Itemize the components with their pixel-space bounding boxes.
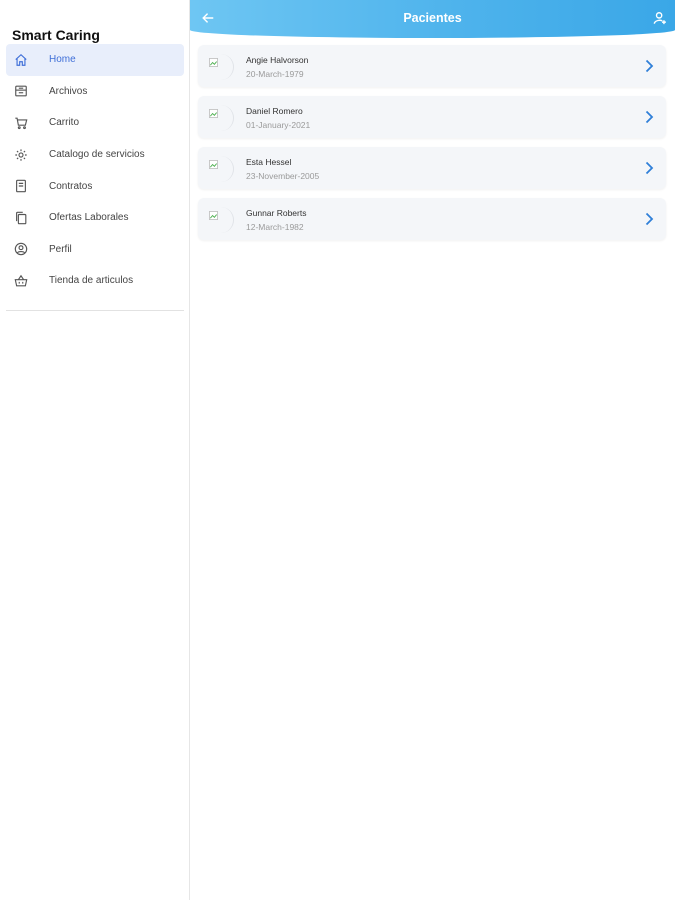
user-circle-icon [14, 242, 28, 256]
document-icon [14, 179, 28, 193]
patient-card[interactable]: Angie Halvorson 20-March-1979 [198, 45, 666, 87]
patient-birthdate: 12-March-1982 [246, 222, 304, 232]
sidebar-menu: Home Archivos Carrito Catalogo de servic… [6, 44, 184, 297]
header-bar: Pacientes [190, 0, 675, 38]
chevron-right-icon[interactable] [644, 212, 654, 226]
add-user-icon [653, 12, 666, 25]
sidebar-item-perfil[interactable]: Perfil [6, 234, 184, 266]
sidebar-item-label: Archivos [49, 85, 88, 97]
sidebar-item-ofertas-laborales[interactable]: Ofertas Laborales [6, 202, 184, 234]
patient-card[interactable]: Esta Hessel 23-November-2005 [198, 147, 666, 189]
home-icon [14, 53, 28, 67]
sidebar-item-home[interactable]: Home [6, 44, 184, 76]
sidebar-divider [6, 310, 184, 311]
patient-card[interactable]: Gunnar Roberts 12-March-1982 [198, 198, 666, 240]
patient-birthdate: 20-March-1979 [246, 69, 304, 79]
page-title: Pacientes [403, 11, 462, 25]
sidebar-item-label: Contratos [49, 180, 93, 192]
patient-list: Angie Halvorson 20-March-1979 Daniel Rom… [198, 45, 666, 249]
patient-name: Angie Halvorson [246, 55, 309, 65]
sidebar-item-label: Home [49, 54, 76, 66]
avatar [208, 207, 234, 233]
patient-name: Gunnar Roberts [246, 208, 307, 218]
patient-birthdate: 23-November-2005 [246, 171, 320, 181]
basket-icon [14, 274, 28, 288]
sidebar-item-tienda[interactable]: Tienda de articulos [6, 265, 184, 297]
sidebar-item-archivos[interactable]: Archivos [6, 76, 184, 108]
copy-icon [14, 211, 28, 225]
sidebar-item-contratos[interactable]: Contratos [6, 170, 184, 202]
chevron-right-icon[interactable] [644, 59, 654, 73]
sidebar-item-label: Catalogo de servicios [49, 149, 145, 161]
patient-name: Esta Hessel [246, 157, 292, 167]
broken-image-icon [209, 105, 218, 118]
patient-name: Daniel Romero [246, 106, 303, 116]
sidebar-item-catalogo[interactable]: Catalogo de servicios [6, 139, 184, 171]
sidebar-item-carrito[interactable]: Carrito [6, 107, 184, 139]
patient-birthdate: 01-January-2021 [246, 120, 311, 130]
sidebar: Smart Caring Home Archivos Carrito Catal… [0, 0, 190, 900]
sidebar-item-label: Perfil [49, 243, 72, 255]
avatar [208, 105, 234, 131]
avatar [208, 156, 234, 182]
sidebar-item-label: Carrito [49, 117, 80, 129]
gear-icon [14, 148, 28, 162]
sidebar-item-label: Tienda de articulos [49, 275, 134, 287]
patient-card[interactable]: Daniel Romero 01-January-2021 [198, 96, 666, 138]
app-title: Smart Caring [12, 27, 100, 43]
sidebar-item-label: Ofertas Laborales [49, 212, 129, 224]
broken-image-icon [209, 156, 218, 169]
add-user-button[interactable] [653, 11, 667, 25]
chevron-right-icon[interactable] [644, 110, 654, 124]
avatar [208, 54, 234, 80]
archive-icon [14, 84, 28, 98]
broken-image-icon [209, 207, 218, 220]
broken-image-icon [209, 54, 218, 67]
chevron-right-icon[interactable] [644, 161, 654, 175]
cart-icon [14, 116, 28, 130]
